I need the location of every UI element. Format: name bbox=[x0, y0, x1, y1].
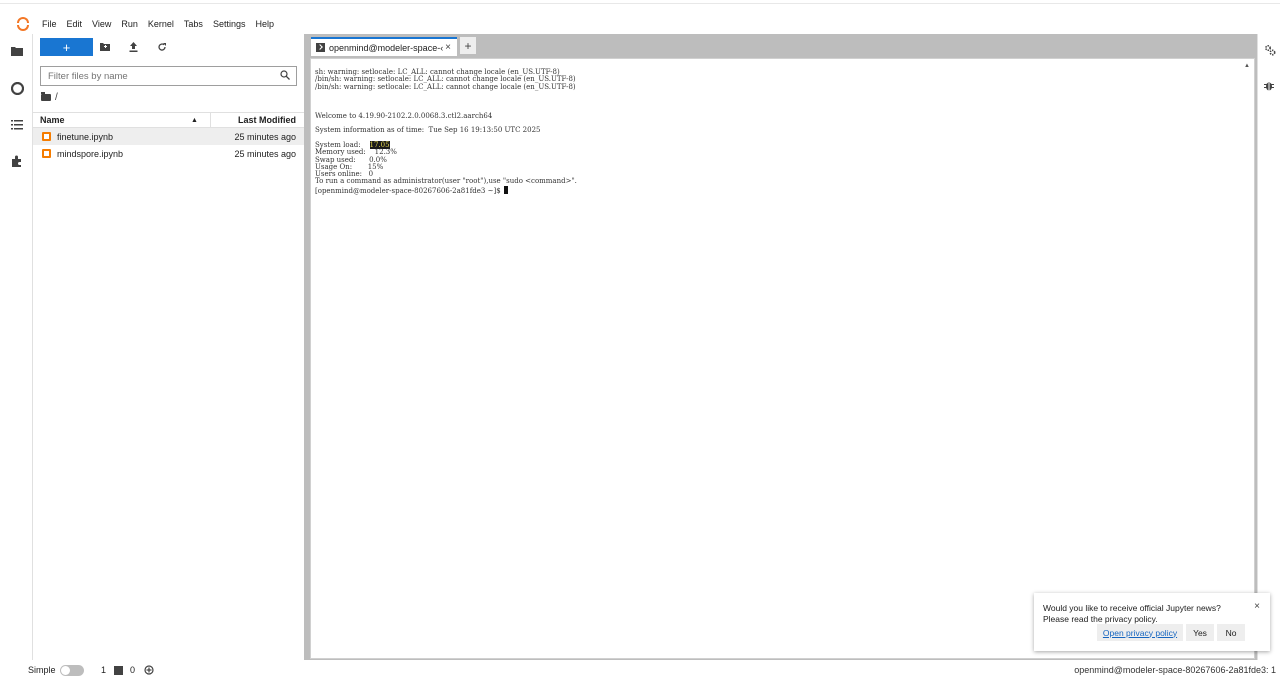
file-filter-field[interactable] bbox=[40, 66, 297, 86]
terminal-icon bbox=[114, 666, 123, 675]
column-header-name[interactable]: Name bbox=[40, 115, 65, 125]
terminal-line: Welcome to 4.19.90-2102.2.0.0068.3.ctl2.… bbox=[315, 111, 493, 120]
file-list-header: Name ▲ Last Modified bbox=[33, 112, 304, 129]
tab-bar: openmind@modeler-space-‹ × + bbox=[308, 34, 1257, 56]
terminal-scrollbar[interactable]: ▲ bbox=[1244, 63, 1252, 653]
folder-icon bbox=[41, 92, 51, 101]
file-browser: + / Name ▲ Last Modified finetune.ipynb … bbox=[33, 34, 304, 660]
open-privacy-policy-button[interactable]: Open privacy policy bbox=[1097, 624, 1183, 641]
jupyter-news-notification: Would you like to receive official Jupyt… bbox=[1034, 593, 1270, 651]
close-icon[interactable]: × bbox=[1254, 601, 1260, 612]
active-terminal-status: openmind@modeler-space-80267606-2a81fde3… bbox=[1074, 665, 1276, 675]
file-filter-input[interactable] bbox=[41, 69, 261, 83]
file-row[interactable]: finetune.ipynb 25 minutes ago bbox=[33, 128, 304, 145]
new-folder-icon[interactable] bbox=[97, 38, 113, 56]
close-icon[interactable]: × bbox=[445, 42, 451, 53]
terminal-line: To run a command as administrator(user "… bbox=[315, 177, 577, 186]
table-of-contents-icon[interactable] bbox=[10, 118, 24, 132]
tab-terminal[interactable]: openmind@modeler-space-‹ × bbox=[311, 37, 457, 56]
file-browser-toolbar: + bbox=[33, 38, 304, 58]
new-launcher-button[interactable]: + bbox=[40, 38, 93, 56]
running-sessions-icon[interactable] bbox=[10, 81, 24, 95]
right-activity-bar bbox=[1257, 34, 1280, 660]
terminal-prompt-line[interactable]: [openmind@modeler-space-80267606-2a81fde… bbox=[315, 185, 577, 195]
file-name[interactable]: finetune.ipynb bbox=[57, 132, 113, 142]
menu-run[interactable]: Run bbox=[116, 19, 143, 29]
menu-help[interactable]: Help bbox=[250, 19, 279, 29]
no-button[interactable]: No bbox=[1217, 624, 1245, 641]
menu-view[interactable]: View bbox=[87, 19, 116, 29]
file-row[interactable]: mindspore.ipynb 25 minutes ago bbox=[33, 145, 304, 162]
file-name[interactable]: mindspore.ipynb bbox=[57, 149, 123, 159]
property-inspector-gears-icon[interactable] bbox=[1264, 44, 1276, 59]
breadcrumb-root[interactable]: / bbox=[55, 92, 58, 103]
terminal-panel[interactable]: sh: warning: setlocale: LC_ALL: cannot c… bbox=[310, 58, 1255, 659]
tab-label[interactable]: openmind@modeler-space-‹ bbox=[329, 43, 443, 53]
simple-mode-label: Simple bbox=[28, 665, 56, 675]
terminal-count[interactable]: 1 bbox=[101, 665, 106, 675]
search-icon bbox=[280, 70, 290, 83]
terminal-cursor bbox=[503, 185, 508, 194]
terminal-icon bbox=[316, 43, 325, 52]
top-border bbox=[0, 0, 1280, 4]
jupyter-logo-icon bbox=[17, 17, 29, 31]
debugger-bug-icon[interactable] bbox=[1264, 80, 1274, 95]
notification-submessage: Please read the privacy policy. bbox=[1043, 614, 1158, 624]
terminal-line: System information as of time: Tue Sep 1… bbox=[315, 126, 541, 135]
simple-mode-toggle[interactable] bbox=[60, 665, 84, 676]
sort-ascending-icon[interactable]: ▲ bbox=[191, 117, 198, 124]
yes-button[interactable]: Yes bbox=[1186, 624, 1214, 641]
refresh-icon[interactable] bbox=[154, 38, 170, 56]
breadcrumb[interactable]: / bbox=[41, 92, 58, 103]
menu-file[interactable]: File bbox=[37, 19, 62, 29]
status-bar: Simple 1 0 openmind@modeler-space-802676… bbox=[0, 660, 1280, 682]
file-modified: 25 minutes ago bbox=[234, 148, 296, 159]
kernel-status-icon bbox=[144, 665, 154, 677]
scroll-up-arrow-icon[interactable]: ▲ bbox=[1244, 63, 1250, 69]
notification-message: Would you like to receive official Jupyt… bbox=[1043, 603, 1221, 613]
kernel-count[interactable]: 0 bbox=[130, 665, 135, 675]
left-activity-bar bbox=[0, 34, 33, 660]
menu-settings[interactable]: Settings bbox=[208, 19, 251, 29]
extensions-puzzle-icon[interactable] bbox=[10, 154, 24, 168]
column-header-last-modified[interactable]: Last Modified bbox=[238, 115, 296, 125]
terminal-prompt: [openmind@modeler-space-80267606-2a81fde… bbox=[315, 186, 501, 195]
terminal-output[interactable]: sh: warning: setlocale: LC_ALL: cannot c… bbox=[315, 68, 577, 195]
new-tab-button[interactable]: + bbox=[460, 37, 476, 54]
menu-edit[interactable]: Edit bbox=[62, 19, 88, 29]
notebook-icon bbox=[42, 132, 51, 141]
upload-icon[interactable] bbox=[125, 38, 141, 56]
file-modified: 25 minutes ago bbox=[234, 131, 296, 142]
folder-icon[interactable] bbox=[10, 44, 24, 58]
column-divider bbox=[210, 113, 211, 129]
menu-tabs[interactable]: Tabs bbox=[179, 19, 208, 29]
main-dock-area: openmind@modeler-space-‹ × + sh: warning… bbox=[308, 34, 1257, 660]
terminal-line: /bin/sh: warning: setlocale: LC_ALL: can… bbox=[315, 82, 576, 91]
menu-kernel[interactable]: Kernel bbox=[143, 19, 179, 29]
menu-bar: File Edit View Run Kernel Tabs Settings … bbox=[0, 14, 1280, 34]
notebook-icon bbox=[42, 149, 51, 158]
